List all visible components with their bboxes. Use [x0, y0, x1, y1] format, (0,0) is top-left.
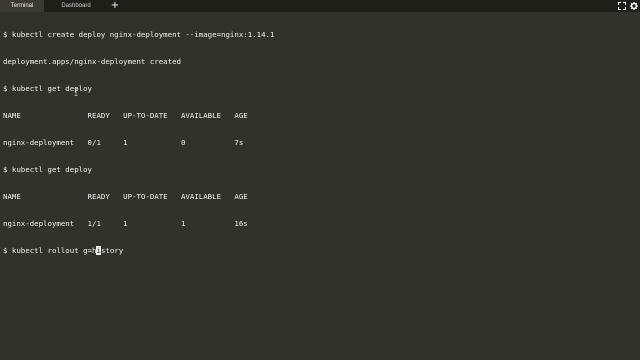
- input-after-cursor: story: [100, 246, 124, 255]
- plus-icon: +: [110, 0, 120, 11]
- terminal-line: NAME READY UP-TO-DATE AVAILABLE AGE: [3, 192, 248, 201]
- settings-button[interactable]: [628, 0, 640, 12]
- terminal-line: nginx-deployment 1/1 1 1 16s: [3, 219, 248, 228]
- terminal-line: $ kubectl create deploy nginx-deployment…: [3, 30, 275, 39]
- terminal-output[interactable]: $ kubectl create deploy nginx-deployment…: [3, 12, 637, 358]
- terminal-window: Terminal Dashboard + $ kubectl create de…: [0, 0, 640, 360]
- terminal-line: $ kubectl get deploy: [3, 84, 92, 93]
- maximize-icon: [618, 2, 626, 10]
- settings-icon: [630, 2, 638, 10]
- tab-terminal-label: Terminal: [10, 3, 34, 9]
- terminal-line: $ kubectl get deploy: [3, 165, 92, 174]
- terminal-line: NAME READY UP-TO-DATE AVAILABLE AGE: [3, 111, 248, 120]
- terminal-input-line[interactable]: $ kubectl rollout g=history: [3, 246, 637, 255]
- terminal-line: deployment.apps/nginx-deployment created: [3, 57, 181, 66]
- terminal-line: nginx-deployment 0/1 1 0 7s: [3, 138, 244, 147]
- input-before-cursor: $ kubectl rollout g=h: [3, 246, 97, 255]
- tab-terminal[interactable]: Terminal: [0, 0, 44, 12]
- maximize-button[interactable]: [616, 0, 628, 12]
- tab-bar: Terminal Dashboard +: [0, 0, 640, 12]
- tab-dashboard-label: Dashboard: [61, 3, 91, 9]
- new-tab-button[interactable]: +: [110, 0, 120, 12]
- mouse-ibeam-icon: [74, 88, 78, 96]
- tab-dashboard[interactable]: Dashboard: [44, 0, 108, 12]
- window-controls: [616, 0, 640, 12]
